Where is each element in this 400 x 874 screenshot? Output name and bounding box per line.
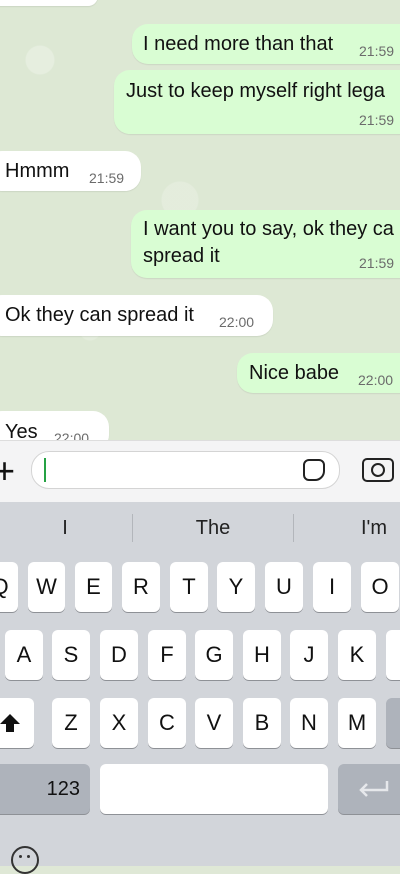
key-z[interactable]: Z xyxy=(52,698,90,748)
sticker-icon[interactable] xyxy=(303,459,325,481)
key-c[interactable]: C xyxy=(148,698,186,748)
suggestion-3[interactable]: I'm xyxy=(295,502,400,554)
message-time: 22:00 xyxy=(219,314,255,330)
emoji-icon[interactable] xyxy=(11,846,39,874)
key-e[interactable]: E xyxy=(75,562,112,612)
key-m[interactable]: M xyxy=(338,698,376,748)
return-icon xyxy=(359,781,389,797)
plus-icon[interactable]: + xyxy=(0,453,15,489)
message-bubble[interactable]: Just to keep myself right lega 21:59 xyxy=(114,70,400,134)
key-n[interactable]: N xyxy=(290,698,328,748)
message-bubble[interactable]: Hmmm 21:59 xyxy=(0,151,141,191)
key-y[interactable]: Y xyxy=(217,562,255,612)
keyboard: I The I'm Q W E R T Y U I O A S D F G H … xyxy=(0,502,400,874)
message-input[interactable] xyxy=(31,451,340,489)
message-bubble[interactable]: Yes 22:00 xyxy=(0,411,109,440)
message-time: 21:59 xyxy=(89,170,125,186)
key-b[interactable]: B xyxy=(243,698,281,748)
key-g[interactable]: G xyxy=(195,630,233,680)
suggestion-2[interactable]: The xyxy=(134,502,292,554)
chat-area: I need more than that 21:59 Just to keep… xyxy=(0,0,400,440)
key-i[interactable]: I xyxy=(313,562,351,612)
message-time: 21:59 xyxy=(359,43,395,59)
key-u[interactable]: U xyxy=(265,562,303,612)
message-time: 21:59 xyxy=(359,255,395,271)
message-time: 21:59 xyxy=(359,112,395,128)
suggestion-divider xyxy=(293,514,294,542)
shift-icon xyxy=(0,714,20,732)
shift-key[interactable] xyxy=(0,698,34,748)
backspace-key[interactable] xyxy=(386,698,400,748)
key-q[interactable]: Q xyxy=(0,562,18,612)
key-f[interactable]: F xyxy=(148,630,186,680)
message-bubble[interactable]: I want you to say, ok they ca spread it … xyxy=(131,210,400,278)
message-bubble[interactable]: I need more than that 21:59 xyxy=(132,24,400,64)
numbers-key[interactable]: 123 xyxy=(0,764,90,814)
message-bubble[interactable]: Nice babe 22:00 xyxy=(237,353,400,393)
message-text: Yes xyxy=(5,421,38,440)
key-j[interactable]: J xyxy=(290,630,328,680)
return-key[interactable] xyxy=(338,764,400,814)
key-h[interactable]: H xyxy=(243,630,281,680)
key-s[interactable]: S xyxy=(52,630,90,680)
key-a[interactable]: A xyxy=(5,630,43,680)
suggestion-1[interactable]: I xyxy=(0,502,130,554)
message-time: 22:00 xyxy=(358,372,394,388)
text-caret xyxy=(44,458,46,482)
message-text-line2: spread it xyxy=(143,245,220,267)
key-k[interactable]: K xyxy=(338,630,376,680)
message-text: I need more than that xyxy=(143,33,334,55)
camera-icon[interactable] xyxy=(362,458,394,482)
key-w[interactable]: W xyxy=(28,562,65,612)
key-o[interactable]: O xyxy=(361,562,399,612)
message-text: Just to keep myself right lega xyxy=(126,80,386,102)
message-text: Hmmm xyxy=(5,160,70,182)
key-v[interactable]: V xyxy=(195,698,233,748)
key-l-partial[interactable] xyxy=(386,630,400,680)
message-bubble[interactable]: Ok they can spread it 22:00 xyxy=(0,295,273,336)
message-text: I want you to say, ok they ca xyxy=(143,218,394,240)
suggestion-divider xyxy=(132,514,133,542)
key-t[interactable]: T xyxy=(170,562,208,612)
message-text: Nice babe xyxy=(249,362,340,384)
key-r[interactable]: R xyxy=(122,562,160,612)
message-time: 22:00 xyxy=(54,430,90,440)
message-bubble-partial xyxy=(0,0,98,6)
key-x[interactable]: X xyxy=(100,698,138,748)
message-text: Ok they can spread it xyxy=(5,304,194,326)
space-key[interactable] xyxy=(100,764,328,814)
key-d[interactable]: D xyxy=(100,630,138,680)
